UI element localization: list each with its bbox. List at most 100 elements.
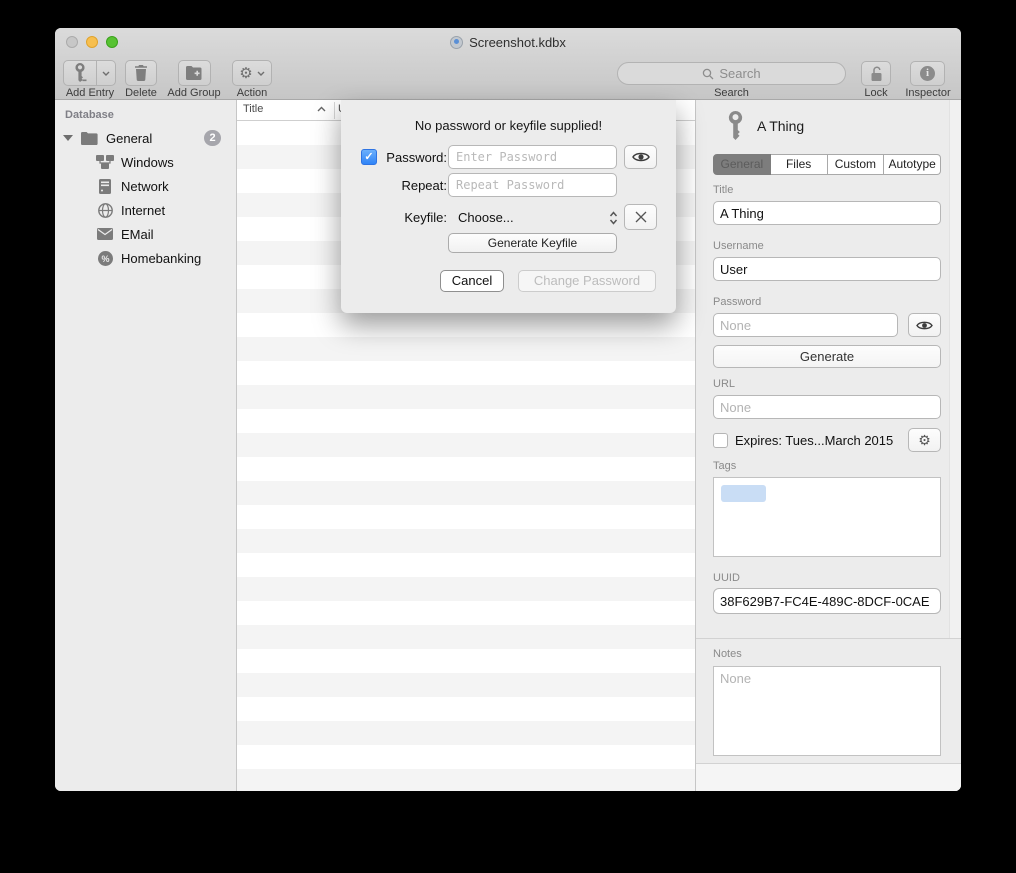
change-password-button[interactable]: Change Password bbox=[518, 270, 656, 292]
server-icon bbox=[96, 179, 114, 194]
tab-autotype[interactable]: Autotype bbox=[884, 154, 941, 175]
username-field-label: Username bbox=[713, 240, 764, 252]
cancel-button[interactable]: Cancel bbox=[440, 270, 504, 292]
sidebar-item-label: EMail bbox=[121, 227, 154, 242]
entry-header: A Thing bbox=[726, 110, 804, 142]
add-entry-label: Add Entry bbox=[63, 87, 117, 99]
window-chrome: Screenshot.kdbx Add Entry bbox=[55, 28, 961, 100]
sort-ascending-icon bbox=[317, 106, 326, 112]
tab-files[interactable]: Files bbox=[771, 154, 828, 175]
password-field[interactable] bbox=[713, 313, 898, 337]
add-group-button[interactable] bbox=[178, 60, 211, 86]
keyfile-label: Keyfile: bbox=[341, 210, 447, 225]
sidebar-item-label: Network bbox=[121, 179, 169, 194]
inspector-footer bbox=[696, 764, 961, 791]
uuid-label: UUID bbox=[713, 572, 740, 584]
scrollbar-gutter[interactable] bbox=[949, 100, 961, 638]
reveal-password-button[interactable] bbox=[908, 313, 941, 337]
sidebar-item-label: Homebanking bbox=[121, 251, 201, 266]
password-input[interactable] bbox=[448, 145, 617, 169]
reveal-password-button[interactable] bbox=[624, 145, 657, 169]
url-field[interactable] bbox=[713, 395, 941, 419]
expires-settings-button[interactable]: ⚙ bbox=[908, 428, 941, 452]
keyfile-popup[interactable]: Choose... bbox=[458, 206, 618, 229]
generate-keyfile-button[interactable]: Generate Keyfile bbox=[448, 233, 617, 253]
entry-title: A Thing bbox=[757, 118, 804, 134]
repeat-label: Repeat: bbox=[341, 178, 447, 193]
url-field-label: URL bbox=[713, 378, 735, 390]
titlebar[interactable]: Screenshot.kdbx bbox=[55, 28, 961, 56]
expires-row: Expires: Tues...March 2015 bbox=[713, 428, 941, 452]
sidebar-item-label: General bbox=[106, 131, 152, 146]
sidebar: Database General 2 Windows Network bbox=[55, 100, 237, 791]
sidebar-item-email[interactable]: EMail bbox=[55, 222, 236, 246]
search-placeholder: Search bbox=[719, 66, 760, 81]
search-label: Search bbox=[617, 87, 846, 99]
action-label: Action bbox=[229, 87, 275, 99]
inspector-panel: A Thing General Files Custom Autotype Ti… bbox=[695, 100, 961, 791]
generate-password-button[interactable]: Generate bbox=[713, 345, 941, 368]
search-input[interactable]: Search bbox=[617, 62, 846, 85]
trash-icon bbox=[134, 65, 148, 81]
unlock-icon bbox=[869, 66, 884, 82]
delete-label: Delete bbox=[119, 87, 163, 99]
window-title: Screenshot.kdbx bbox=[469, 35, 566, 50]
tab-general[interactable]: General bbox=[713, 154, 771, 175]
repeat-input[interactable] bbox=[448, 173, 617, 197]
eye-icon bbox=[632, 151, 650, 163]
password-field-label: Password bbox=[713, 296, 761, 308]
folder-icon bbox=[80, 132, 98, 145]
svg-text:%: % bbox=[101, 254, 109, 264]
eye-icon bbox=[916, 320, 933, 331]
gear-icon: ⚙ bbox=[239, 66, 252, 81]
column-divider[interactable] bbox=[334, 102, 335, 119]
sidebar-section-header: Database bbox=[65, 109, 114, 121]
sidebar-item-general[interactable]: General 2 bbox=[55, 126, 236, 150]
column-header-title[interactable]: Title bbox=[243, 103, 263, 115]
clear-keyfile-button[interactable] bbox=[624, 204, 657, 230]
disclosure-triangle-icon[interactable] bbox=[63, 135, 73, 141]
search-icon bbox=[702, 68, 714, 80]
inspector-button[interactable]: i bbox=[910, 61, 945, 86]
tab-custom[interactable]: Custom bbox=[828, 154, 885, 175]
dialog-message: No password or keyfile supplied! bbox=[341, 118, 676, 133]
entry-count-badge: 2 bbox=[204, 130, 221, 146]
globe-icon bbox=[96, 203, 114, 218]
title-field-label: Title bbox=[713, 184, 733, 196]
gear-icon: ⚙ bbox=[918, 433, 931, 447]
popup-chevrons-icon bbox=[609, 211, 618, 225]
info-icon: i bbox=[920, 66, 935, 81]
close-x-icon bbox=[635, 211, 647, 223]
tags-label: Tags bbox=[713, 460, 736, 472]
tags-box[interactable] bbox=[713, 477, 941, 557]
sidebar-item-network[interactable]: Network bbox=[55, 174, 236, 198]
tag-token[interactable] bbox=[721, 485, 766, 502]
expires-checkbox[interactable] bbox=[713, 433, 728, 448]
action-button[interactable]: ⚙ bbox=[232, 60, 272, 86]
chevron-down-icon bbox=[257, 71, 265, 76]
sidebar-item-windows[interactable]: Windows bbox=[55, 150, 236, 174]
key-plus-icon bbox=[73, 63, 87, 83]
delete-button[interactable] bbox=[125, 60, 157, 86]
windows-icon bbox=[96, 155, 114, 169]
notes-label: Notes bbox=[713, 648, 742, 660]
inspector-label: Inspector bbox=[895, 87, 961, 99]
key-icon bbox=[726, 111, 745, 141]
add-entry-dropdown-button[interactable] bbox=[97, 60, 116, 86]
username-field[interactable] bbox=[713, 257, 941, 281]
uuid-field[interactable] bbox=[713, 588, 941, 614]
toolbar: Add Entry Delete Add Group ⚙ bbox=[55, 56, 961, 100]
sidebar-item-homebanking[interactable]: % Homebanking bbox=[55, 246, 236, 270]
document-icon bbox=[450, 36, 463, 49]
chevron-down-icon bbox=[102, 71, 110, 76]
section-divider bbox=[696, 638, 961, 639]
sidebar-item-label: Internet bbox=[121, 203, 165, 218]
title-field[interactable] bbox=[713, 201, 941, 225]
notes-field[interactable] bbox=[713, 666, 941, 756]
add-group-label: Add Group bbox=[163, 87, 225, 99]
sidebar-item-internet[interactable]: Internet bbox=[55, 198, 236, 222]
expires-label: Expires: Tues...March 2015 bbox=[735, 433, 893, 448]
add-entry-button[interactable] bbox=[63, 60, 97, 86]
sidebar-item-label: Windows bbox=[121, 155, 174, 170]
lock-button[interactable] bbox=[861, 61, 891, 86]
